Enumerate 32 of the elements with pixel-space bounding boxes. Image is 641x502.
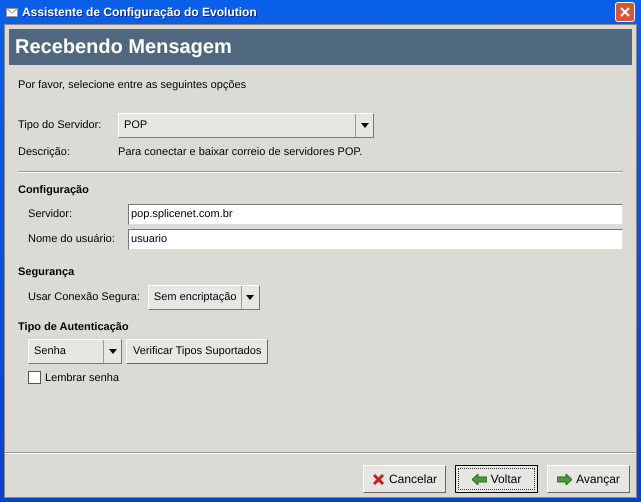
dropdown[interactable]: Senha [28, 338, 122, 364]
close-icon [620, 7, 630, 17]
description-text: Para conectar e baixar correio de servidores POP. [118, 144, 362, 160]
section-heading: Segurança [18, 264, 76, 280]
window-title: Assistente de Configuração do Evolution [22, 4, 258, 21]
section-heading: Configuração [18, 183, 90, 198]
verify-button[interactable]: Verificar Tipos Suportados [126, 338, 268, 364]
left-arrow-icon [472, 474, 487, 484]
caret-icon [108, 348, 116, 354]
dropdown[interactable]: POP [118, 112, 374, 138]
checkbox-label: Lembrar senha [45, 370, 119, 386]
envelope-icon [6, 8, 18, 16]
section-heading: Tipo de Autenticação [18, 320, 130, 335]
instruction-text: Por favor, selecione entre as seguintes opções [18, 78, 248, 93]
caret-icon [360, 122, 368, 128]
wizard-button[interactable]: Voltar [455, 465, 538, 493]
right-arrow-icon [557, 474, 572, 484]
field-label: Servidor: [28, 206, 74, 222]
caret-icon [246, 295, 254, 300]
x-icon [372, 472, 385, 486]
input-field[interactable]: usuario [128, 228, 623, 250]
close-button[interactable] [615, 2, 635, 22]
input-field[interactable]: pop.splicenet.com.br [128, 204, 623, 224]
wizard-button[interactable]: Cancelar [363, 465, 446, 493]
wizard-button[interactable]: Avançar [547, 465, 630, 493]
field-label: Tipo do Servidor: [18, 118, 102, 133]
field-label: Nome do usuário: [28, 232, 116, 247]
field-label: Descrição: [18, 144, 71, 160]
page-title: Recebendo Mensagem [9, 29, 632, 65]
field-label: Usar Conexão Segura: [28, 290, 140, 306]
checkbox[interactable] [28, 371, 41, 384]
dropdown[interactable]: Sem encriptação [148, 285, 260, 310]
